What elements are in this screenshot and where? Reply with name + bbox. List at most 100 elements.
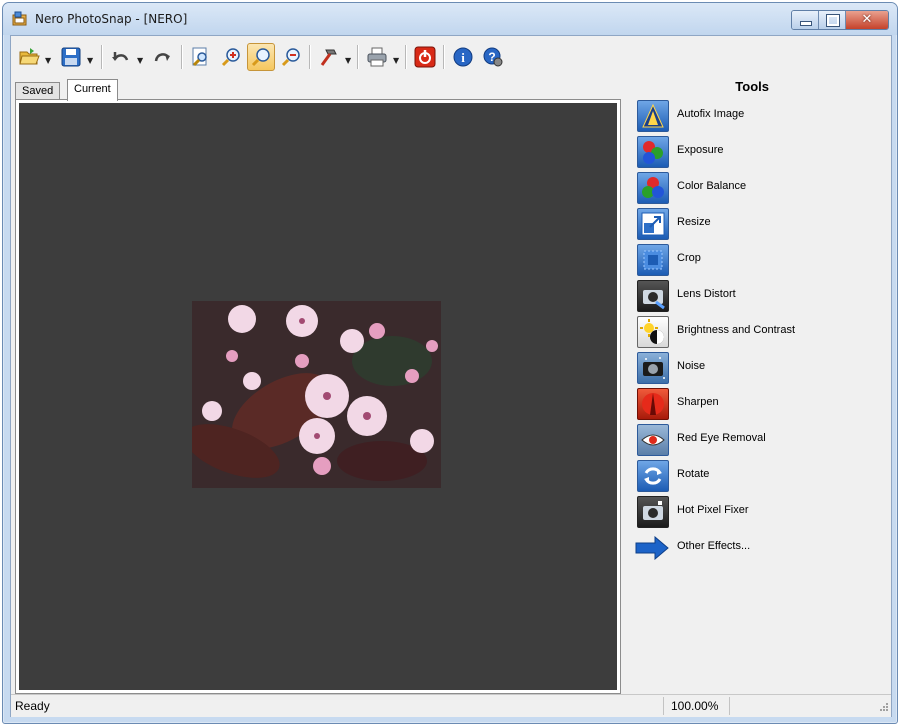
zoom-in-button[interactable]	[217, 43, 245, 71]
toolbar-separator	[357, 45, 359, 69]
printer-icon	[367, 47, 387, 67]
client-area: ▼ ▼ ▼ ▼ ▼ i ? Saved Current Tools Autofi…	[10, 35, 892, 717]
tool-rotate[interactable]: Rotate	[637, 460, 877, 492]
tool-label: Red Eye Removal	[677, 432, 766, 444]
tool-label: Resize	[677, 216, 711, 228]
hammer-icon	[320, 49, 337, 66]
zoom-out-button[interactable]	[277, 43, 305, 71]
save-button[interactable]	[57, 43, 85, 71]
open-dropdown-arrow[interactable]: ▼	[45, 56, 51, 65]
brightness-contrast-icon	[637, 316, 669, 348]
print-dropdown-arrow[interactable]: ▼	[393, 56, 399, 65]
status-text: Ready	[15, 699, 50, 713]
tool-sharpen[interactable]: Sharpen	[637, 388, 877, 420]
minimize-icon	[800, 21, 812, 26]
tool-label: Exposure	[677, 144, 724, 156]
title-bar[interactable]: Nero PhotoSnap - [NERO] ✕	[3, 3, 897, 35]
app-window: Nero PhotoSnap - [NERO] ✕ ▼ ▼ ▼ ▼ ▼ i ? …	[2, 2, 898, 724]
undo-dropdown-arrow[interactable]: ▼	[137, 56, 143, 65]
info-button[interactable]: i	[449, 43, 477, 71]
tool-label: Color Balance	[677, 180, 747, 192]
tool-color-balance[interactable]: Color Balance	[637, 172, 877, 204]
status-divider	[663, 697, 664, 715]
exposure-icon	[637, 136, 669, 168]
zoom-in-icon	[221, 48, 240, 67]
svg-text:i: i	[461, 50, 465, 65]
undo-button[interactable]	[107, 43, 135, 71]
toolbar-separator	[181, 45, 183, 69]
maximize-button[interactable]	[819, 11, 846, 29]
minimize-button[interactable]	[792, 11, 819, 29]
status-zoom: 100.00%	[671, 699, 719, 713]
undo-icon	[112, 52, 129, 61]
toolbar-separator	[443, 45, 445, 69]
open-button[interactable]	[15, 43, 43, 71]
zoom-page-icon	[192, 47, 207, 67]
tool-label: Sharpen	[677, 396, 719, 408]
tool-label: Crop	[677, 252, 701, 264]
tab-saved[interactable]: Saved	[15, 82, 61, 100]
info-icon: i	[453, 47, 473, 67]
tool-other-effects[interactable]: Other Effects...	[635, 532, 877, 564]
tool-brightness-contrast[interactable]: Brightness and Contrast	[637, 316, 877, 348]
tool-hot-pixel-fixer[interactable]: Hot Pixel Fixer	[637, 496, 877, 528]
tool-label: Rotate	[677, 468, 710, 480]
save-dropdown-arrow[interactable]: ▼	[87, 56, 93, 65]
help-button[interactable]: ?	[479, 43, 507, 71]
toolbar: ▼ ▼ ▼ ▼ ▼ i ?	[11, 36, 891, 78]
redo-icon	[154, 53, 170, 62]
status-divider	[729, 697, 730, 715]
hot-pixel-icon	[637, 496, 669, 528]
zoom-out-icon	[281, 48, 300, 67]
exit-button[interactable]	[411, 43, 439, 71]
tool-autofix-image[interactable]: Autofix Image	[637, 100, 877, 132]
toolbar-separator	[309, 45, 311, 69]
tool-red-eye-removal[interactable]: Red Eye Removal	[637, 424, 877, 456]
save-icon	[61, 47, 81, 67]
tool-noise[interactable]: Noise	[637, 352, 877, 384]
close-button[interactable]: ✕	[846, 11, 888, 29]
print-button[interactable]	[363, 43, 391, 71]
photo-image[interactable]	[192, 301, 441, 488]
tool-label: Brightness and Contrast	[677, 324, 796, 336]
tools-button[interactable]	[315, 43, 343, 71]
rotate-icon	[637, 460, 669, 492]
toolbar-separator	[101, 45, 103, 69]
redo-button[interactable]	[149, 43, 177, 71]
sharpen-icon	[637, 388, 669, 420]
tool-label: Noise	[677, 360, 706, 372]
tools-dropdown-arrow[interactable]: ▼	[345, 56, 351, 65]
folder-open-icon	[19, 48, 40, 65]
tool-resize[interactable]: Resize	[637, 208, 877, 240]
crop-icon	[637, 244, 669, 276]
maximize-icon	[826, 14, 840, 27]
zoom-actual-icon	[251, 48, 270, 67]
red-eye-icon	[637, 424, 669, 456]
zoom-fit-button[interactable]	[187, 43, 215, 71]
close-icon: ✕	[861, 12, 873, 27]
help-icon: ?	[483, 47, 503, 67]
tool-label: Autofix Image	[677, 108, 745, 120]
zoom-actual-button[interactable]	[247, 43, 275, 71]
app-icon	[12, 11, 27, 26]
image-canvas-frame	[15, 99, 621, 694]
toolbar-separator	[405, 45, 407, 69]
tool-label: Other Effects...	[677, 540, 751, 552]
window-title: Nero PhotoSnap - [NERO]	[35, 12, 188, 26]
tab-current[interactable]: Current	[67, 79, 118, 101]
tool-crop[interactable]: Crop	[637, 244, 877, 276]
arrow-right-icon	[635, 536, 669, 560]
noise-icon	[637, 352, 669, 384]
tool-lens-distort[interactable]: Lens Distort	[637, 280, 877, 312]
autofix-icon	[637, 100, 669, 132]
tool-exposure[interactable]: Exposure	[637, 136, 877, 168]
image-canvas[interactable]	[19, 103, 617, 690]
tool-label: Hot Pixel Fixer	[677, 504, 749, 516]
caption-buttons: ✕	[791, 10, 889, 30]
power-icon	[414, 46, 436, 68]
lens-distort-icon	[637, 280, 669, 312]
tools-panel: Tools Autofix Image Exposure Color Balan…	[629, 78, 889, 690]
status-bar: Ready 100.00%	[11, 694, 891, 717]
resize-grip-icon[interactable]	[875, 700, 889, 714]
tool-label: Lens Distort	[677, 288, 736, 300]
